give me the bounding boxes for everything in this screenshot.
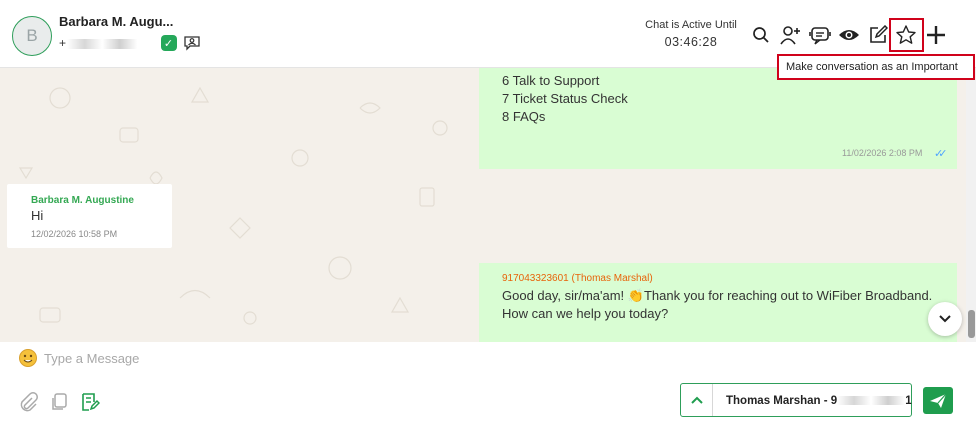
send-icon xyxy=(930,393,947,408)
menu-line: 8 FAQs xyxy=(502,109,546,124)
message-sender-name: Barbara M. Augustine xyxy=(31,195,134,206)
contact-details: + ✓ xyxy=(59,35,201,51)
chat-active-timer: Chat is Active Until 03:46:28 xyxy=(640,19,742,49)
phone-mask xyxy=(66,38,155,49)
emoji-icon[interactable] xyxy=(19,349,37,367)
menu-line: 6 Talk to Support xyxy=(502,73,600,88)
chevron-down-icon xyxy=(939,315,951,323)
menu-line: 7 Ticket Status Check xyxy=(502,91,628,106)
scroll-to-bottom-button[interactable] xyxy=(928,302,962,336)
message-sender-name: 917043323601 (Thomas Marshal) xyxy=(502,273,653,284)
message-text: Hi xyxy=(31,208,44,223)
plus-icon[interactable] xyxy=(925,24,947,46)
contact-name[interactable]: Barbara M. Augu... xyxy=(59,14,173,29)
contact-phone: + xyxy=(59,36,155,50)
notes-icon[interactable] xyxy=(80,392,100,412)
message-input[interactable] xyxy=(44,348,644,368)
agent-selector-label: Thomas Marshan - 91 xyxy=(726,395,912,407)
send-button[interactable] xyxy=(923,387,953,414)
chat-app: B Barbara M. Augu... + ✓ Chat is Active … xyxy=(0,0,976,425)
active-label: Chat is Active Until xyxy=(645,19,737,31)
whatsapp-verified-icon: ✓ xyxy=(160,35,177,51)
agent-number-mask xyxy=(837,396,906,406)
chat-scroll-thumb[interactable] xyxy=(968,310,975,338)
star-highlight-box xyxy=(889,18,924,52)
message-timestamp: 12/02/2026 10:58 PM xyxy=(31,229,118,239)
read-receipt-icon: ✓✓ xyxy=(934,148,948,160)
contact-card-icon[interactable] xyxy=(183,35,201,51)
search-icon[interactable] xyxy=(750,24,772,46)
edit-icon[interactable] xyxy=(867,24,889,46)
add-user-icon[interactable] xyxy=(780,24,802,46)
active-time: 03:46:28 xyxy=(664,35,718,49)
message-text: Good day, sir/ma'am! 👏Thank you for reac… xyxy=(502,288,933,321)
avatar[interactable]: B xyxy=(12,16,52,56)
paperclip-icon[interactable] xyxy=(18,392,38,412)
message-timestamp: 11/02/2026 2:08 PM xyxy=(842,148,923,158)
message-text: 6 Talk to Support 7 Ticket Status Check … xyxy=(502,72,628,126)
eye-icon[interactable] xyxy=(838,24,860,46)
chevron-up-icon[interactable] xyxy=(681,384,713,416)
tooltip-important: Make conversation as an Important xyxy=(777,54,975,80)
template-icon[interactable] xyxy=(49,392,69,412)
bot-icon[interactable] xyxy=(809,24,831,46)
chat-scrollbar[interactable] xyxy=(966,68,976,342)
